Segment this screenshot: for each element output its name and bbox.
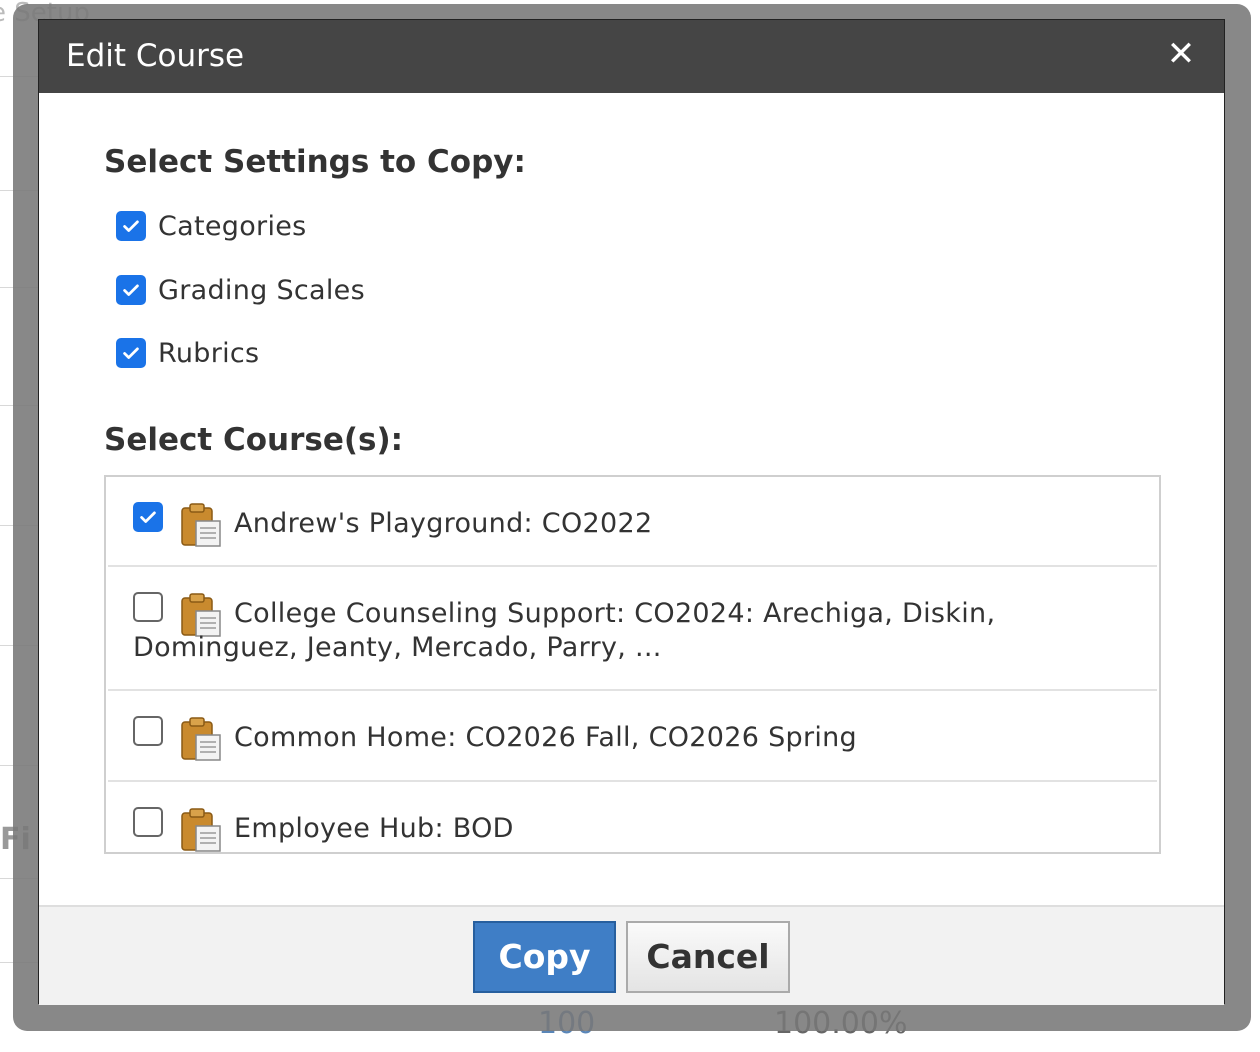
rubrics-label: Rubrics [158,337,260,369]
checkmark-icon [123,284,139,296]
course-row[interactable]: Common Home: CO2026 Fall, CO2026 Spring [108,691,1157,782]
cancel-button[interactable]: Cancel [626,921,790,993]
dialog-header: Edit Course ✕ [39,20,1224,93]
edit-course-dialog: Edit Course ✕ Select Settings to Copy: C… [38,19,1225,1005]
dialog-title: Edit Course [66,38,245,74]
checkmark-icon [123,347,139,359]
close-icon[interactable]: ✕ [1167,34,1196,74]
course-row[interactable]: College Counseling Support: CO2024: Arec… [108,567,1157,691]
grading-scales-checkbox[interactable] [116,275,146,305]
course-row[interactable]: Employee Hub: BOD [108,782,1157,852]
course-label: College Counseling Support: CO2024: Arec… [133,598,996,663]
grading-scales-label: Grading Scales [158,274,365,306]
dialog-footer: Copy Cancel [39,905,1224,1005]
setting-grading-scales[interactable]: Grading Scales [116,270,365,310]
setting-rubrics[interactable]: Rubrics [116,333,259,373]
course-label: Andrew's Playground: CO2022 [234,508,653,539]
course-row[interactable]: Andrew's Playground: CO2022 [108,477,1157,567]
setting-categories[interactable]: Categories [116,206,307,246]
categories-label: Categories [158,210,307,242]
courses-heading: Select Course(s): [104,422,404,458]
close-button[interactable]: ✕ [1164,35,1198,73]
course-label: Employee Hub: BOD [234,813,514,844]
copy-button[interactable]: Copy [473,921,616,993]
course-list[interactable]: Andrew's Playground: CO2022 College Coun… [104,475,1161,854]
categories-checkbox[interactable] [116,211,146,241]
checkmark-icon [123,220,139,232]
rubrics-checkbox[interactable] [116,338,146,368]
course-label: Common Home: CO2026 Fall, CO2026 Spring [234,722,857,753]
settings-heading: Select Settings to Copy: [104,144,526,180]
